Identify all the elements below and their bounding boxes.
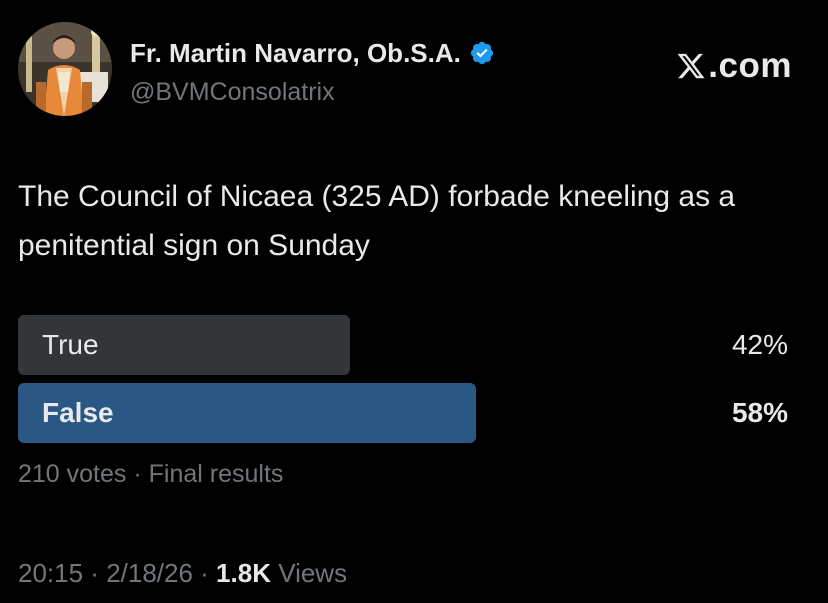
avatar[interactable] xyxy=(18,22,112,116)
poll-option-label: False xyxy=(42,397,114,428)
poll-option-label: True xyxy=(42,329,99,360)
tweet-date[interactable]: 2/18/26 xyxy=(106,558,193,588)
author-display-name[interactable]: Fr. Martin Navarro, Ob.S.A. xyxy=(130,38,461,69)
x-logo-icon xyxy=(676,51,706,81)
separator-dot: · xyxy=(192,558,217,588)
tweet-text: The Council of Nicaea (325 AD) forbade k… xyxy=(18,180,736,262)
x-brand-watermark: .com xyxy=(676,44,792,88)
poll-vote-count: 210 votes xyxy=(18,460,127,488)
author-handle[interactable]: @BVMConsolatrix xyxy=(130,78,335,107)
separator-dot: · xyxy=(83,558,107,588)
poll-status: Final results xyxy=(148,460,284,488)
brand-domain-text: .com xyxy=(708,46,792,85)
poll-summary: 210 votes · Final results xyxy=(18,460,283,489)
poll-option-false: False 58% xyxy=(18,383,788,443)
views-count: 1.8K xyxy=(216,558,271,588)
poll-option-percent: 58% xyxy=(731,397,788,428)
tweet-time[interactable]: 20:15 xyxy=(18,558,83,588)
tweet-card: Fr. Martin Navarro, Ob.S.A. @BVMConsolat… xyxy=(0,0,828,603)
poll: True 42% False 58% xyxy=(18,315,788,451)
avatar-photo xyxy=(18,22,112,116)
tweet-metadata: 20:15 · 2/18/26 · 1.8K Views xyxy=(18,558,347,589)
poll-option-percent: 42% xyxy=(731,329,788,360)
views-label: Views xyxy=(270,558,348,588)
poll-option-true: True 42% xyxy=(18,315,788,375)
author-name-row[interactable]: Fr. Martin Navarro, Ob.S.A. xyxy=(130,36,495,70)
separator-dot: · xyxy=(126,460,149,488)
verified-badge-icon[interactable] xyxy=(469,40,495,66)
